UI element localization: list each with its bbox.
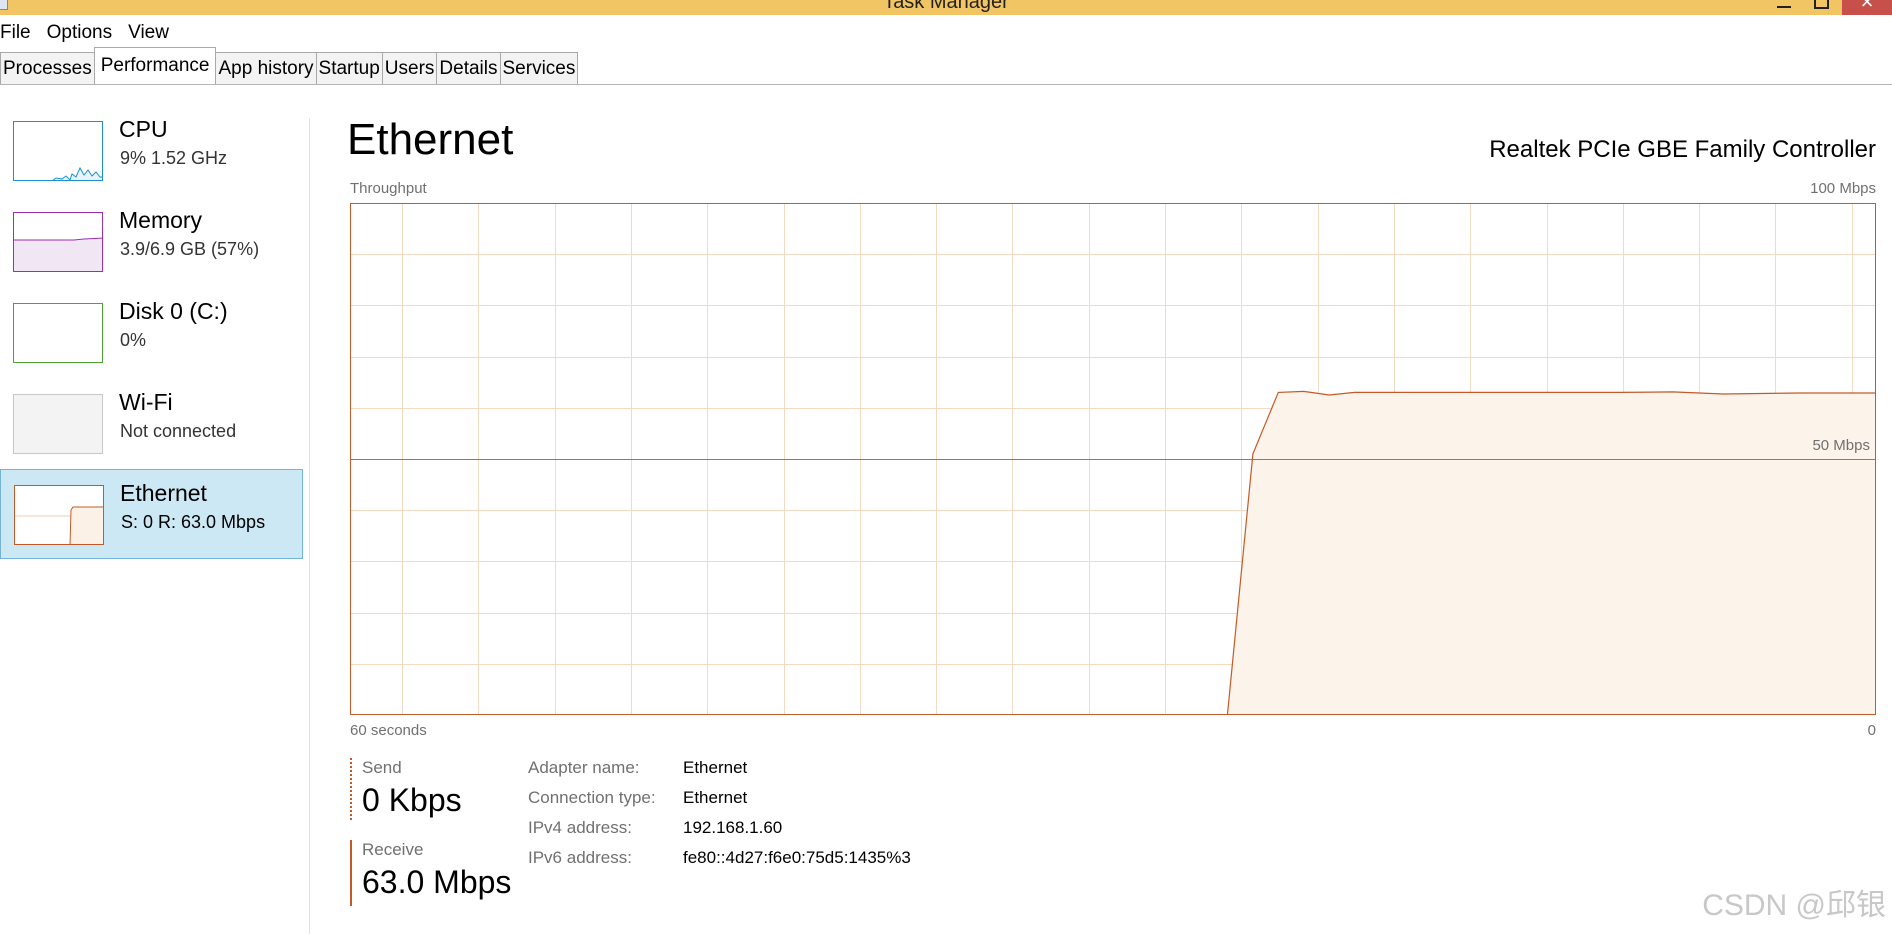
title-bar: Task Manager ×	[0, 0, 1892, 15]
send-label: Send	[362, 758, 402, 777]
graph-label-min: 0	[1867, 722, 1876, 739]
menu-bar: File Options View	[0, 18, 179, 48]
maximize-button[interactable]	[1808, 0, 1834, 15]
sidebar-label-cpu: CPU	[119, 116, 168, 142]
menu-options[interactable]: Options	[47, 22, 120, 44]
receive-label: Receive	[362, 840, 424, 859]
sidebar-label-wifi: Wi-Fi	[119, 389, 173, 415]
disk-thumbnail	[13, 303, 103, 363]
sidebar-item-ethernet[interactable]: Ethernet S: 0 R: 63.0 Mbps	[0, 469, 303, 559]
receive-value: 63.0 Mbps	[362, 864, 512, 900]
sidebar-item-cpu[interactable]: CPU 9% 1.52 GHz	[0, 110, 303, 200]
detail-value: Ethernet	[683, 758, 748, 777]
tab-startup[interactable]: Startup	[315, 52, 383, 84]
send-stat: Send 0 Kbps	[350, 758, 500, 819]
tab-app-history[interactable]: App history	[215, 52, 317, 84]
ethernet-thumbnail	[14, 485, 104, 545]
sidebar-divider	[309, 118, 310, 934]
tab-details[interactable]: Details	[436, 52, 501, 84]
detail-key: Adapter name:	[528, 758, 640, 777]
sidebar-sub-disk: 0%	[120, 330, 147, 350]
throughput-graph-svg	[350, 203, 1876, 716]
menu-view[interactable]: View	[128, 22, 177, 44]
sidebar-sub-cpu: 9% 1.52 GHz	[120, 148, 228, 168]
memory-thumbnail	[13, 212, 103, 272]
tab-users[interactable]: Users	[381, 52, 438, 84]
close-button[interactable]: ×	[1842, 0, 1892, 15]
menu-file[interactable]: File	[0, 22, 39, 44]
tab-processes[interactable]: Processes	[0, 52, 95, 84]
window-title: Task Manager	[883, 0, 1009, 13]
tab-bar: Processes Performance App history Startu…	[0, 47, 579, 84]
tab-divider	[0, 84, 1892, 85]
sidebar-item-wifi[interactable]: Wi-Fi Not connected	[0, 383, 303, 473]
detail-value: 192.168.1.60	[683, 818, 783, 837]
sidebar-label-memory: Memory	[119, 207, 203, 233]
sidebar-sub-ethernet: S: 0 R: 63.0 Mbps	[121, 512, 266, 532]
detail-key: Connection type:	[528, 788, 656, 807]
cpu-mini-graph	[52, 166, 102, 180]
memory-mini-graph	[14, 237, 102, 271]
page-title: Ethernet	[347, 115, 514, 164]
throughput-graph	[350, 203, 1876, 716]
sidebar-label-ethernet: Ethernet	[120, 480, 207, 506]
graph-label-mid: 50 Mbps	[1812, 437, 1870, 454]
graph-label-time: 60 seconds	[350, 722, 427, 739]
send-value: 0 Kbps	[362, 782, 462, 818]
detail-value: Ethernet	[683, 788, 748, 807]
adapter-title: Realtek PCIe GBE Family Controller	[1489, 136, 1876, 163]
ethernet-mini-graph	[15, 506, 103, 544]
watermark: CSDN @邱银	[1702, 889, 1886, 922]
tab-performance[interactable]: Performance	[93, 47, 217, 82]
close-icon: ×	[1860, 0, 1874, 14]
wifi-thumbnail	[13, 394, 103, 454]
sidebar-label-disk: Disk 0 (C:)	[119, 298, 228, 324]
graph-label-throughput: Throughput	[350, 180, 427, 197]
receive-stat: Receive 63.0 Mbps	[350, 840, 550, 901]
sidebar-sub-memory: 3.9/6.9 GB (57%)	[120, 239, 260, 259]
minimize-button[interactable]	[1771, 0, 1797, 15]
detail-value: fe80::4d27:f6e0:75d5:1435%3	[683, 848, 911, 867]
sidebar-item-disk[interactable]: Disk 0 (C:) 0%	[0, 292, 303, 382]
cpu-thumbnail	[13, 121, 103, 181]
detail-key: IPv6 address:	[528, 848, 632, 867]
sidebar-sub-wifi: Not connected	[120, 421, 237, 441]
detail-key: IPv4 address:	[528, 818, 632, 837]
graph-label-max: 100 Mbps	[1810, 180, 1876, 197]
tab-services[interactable]: Services	[499, 52, 579, 84]
sidebar-item-memory[interactable]: Memory 3.9/6.9 GB (57%)	[0, 201, 303, 291]
